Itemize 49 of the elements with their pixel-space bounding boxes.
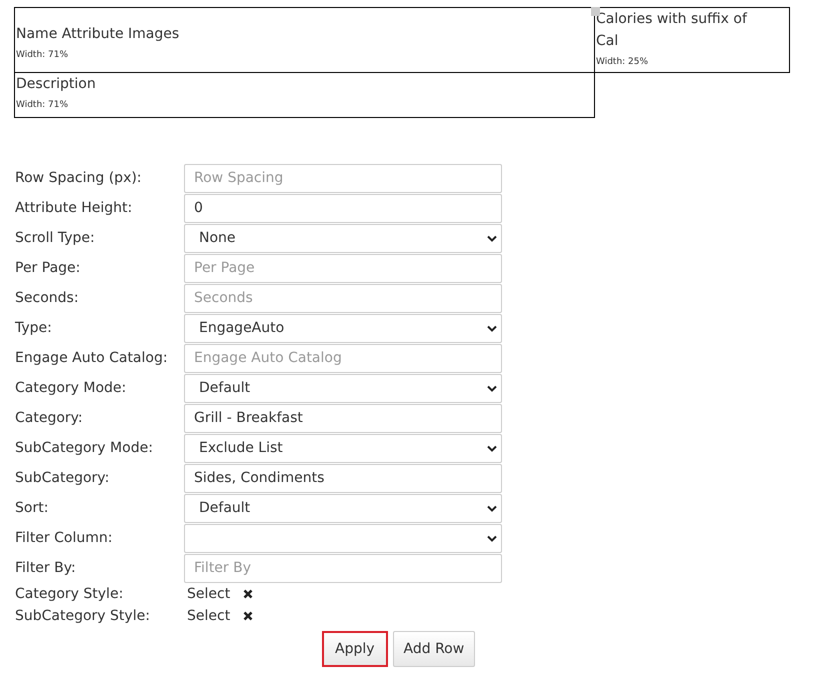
field-label: Category: bbox=[15, 410, 84, 426]
field-label: Row Spacing (px): bbox=[15, 170, 143, 186]
text-field[interactable]: Row Spacing bbox=[184, 164, 502, 192]
close-icon[interactable] bbox=[243, 589, 254, 599]
chevron-down-icon bbox=[487, 534, 497, 542]
cell-title: Calories with suffix of Cal bbox=[596, 10, 748, 51]
field-label: Category Style: bbox=[15, 586, 124, 602]
cell-title: Name Attribute Images bbox=[16, 25, 180, 44]
field-label: Filter Column: bbox=[15, 530, 114, 546]
field-label: SubCategory Mode: bbox=[15, 440, 154, 456]
dropdown[interactable]: Exclude List bbox=[184, 434, 502, 462]
field-label: Sort: bbox=[15, 500, 50, 516]
text-field[interactable]: Sides, Condiments bbox=[184, 464, 502, 492]
field-label: SubCategory: bbox=[15, 470, 110, 486]
layout-cell[interactable]: Description Width: 71% bbox=[14, 72, 595, 118]
field-label: Attribute Height: bbox=[15, 200, 134, 216]
action-button[interactable]: Add Row bbox=[392, 631, 476, 667]
layout-cell[interactable]: Name Attribute Images Width: 71% bbox=[14, 7, 595, 73]
text-field[interactable]: Filter By bbox=[184, 554, 502, 582]
text-field[interactable]: Per Page bbox=[184, 254, 502, 282]
dropdown[interactable]: Default bbox=[184, 374, 502, 402]
field-label: Category Mode: bbox=[15, 380, 128, 396]
field-label: Engage Auto Catalog: bbox=[15, 350, 169, 366]
style-value[interactable]: Select bbox=[187, 608, 230, 624]
field-label: Type: bbox=[15, 320, 53, 336]
dropdown[interactable]: EngageAuto bbox=[184, 314, 502, 342]
field-label: Per Page: bbox=[15, 260, 82, 276]
style-value[interactable]: Select bbox=[187, 586, 230, 602]
cell-width-label: Width: 25% bbox=[596, 56, 650, 69]
cell-width-label: Width: 71% bbox=[16, 49, 70, 62]
field-label: SubCategory Style: bbox=[15, 608, 151, 624]
chevron-down-icon bbox=[487, 384, 497, 392]
text-field[interactable]: Engage Auto Catalog bbox=[184, 344, 502, 372]
cell-width-label: Width: 71% bbox=[16, 99, 70, 112]
field-label: Scroll Type: bbox=[15, 230, 96, 246]
text-field[interactable]: Grill - Breakfast bbox=[184, 404, 502, 432]
dropdown[interactable]: Default bbox=[184, 494, 502, 522]
chevron-down-icon bbox=[487, 504, 497, 512]
text-field[interactable]: Seconds bbox=[184, 284, 502, 312]
field-label: Seconds: bbox=[15, 290, 80, 306]
field-label: Filter By: bbox=[15, 560, 77, 576]
dropdown[interactable]: None bbox=[184, 224, 502, 252]
chevron-down-icon bbox=[487, 324, 497, 332]
chevron-down-icon bbox=[487, 234, 497, 242]
chevron-down-icon bbox=[487, 444, 497, 452]
text-field[interactable]: 0 bbox=[184, 194, 502, 222]
action-button[interactable]: Apply bbox=[322, 631, 388, 667]
cell-title: Description bbox=[16, 75, 97, 94]
close-icon[interactable] bbox=[243, 611, 254, 621]
